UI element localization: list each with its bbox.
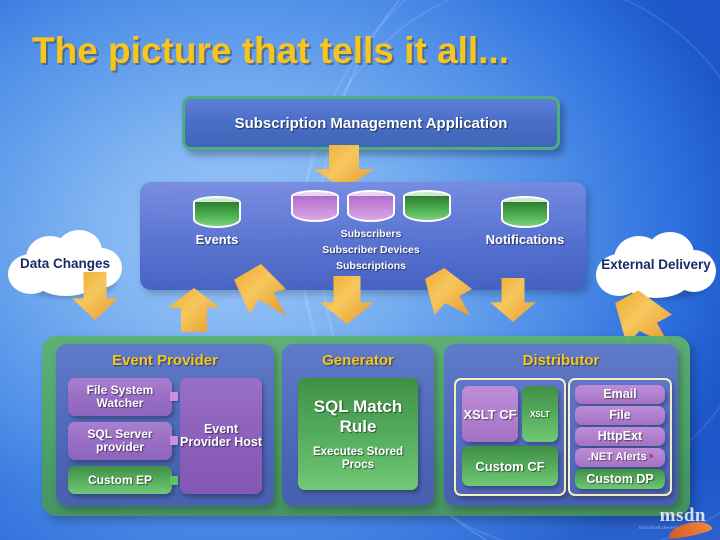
event-provider-panel: Event Provider File System Watcher SQL S… bbox=[56, 344, 274, 506]
connector-dot bbox=[170, 436, 178, 445]
database-cylinder-notifications bbox=[501, 196, 549, 230]
distributor-email[interactable]: Email bbox=[575, 385, 665, 404]
external-delivery-cloud: External Delivery bbox=[594, 228, 718, 302]
xslt-cf-label: XSLT CF bbox=[463, 406, 517, 422]
file-label: File bbox=[609, 408, 631, 422]
sql-server-provider-label: SQL Server provider bbox=[87, 427, 153, 454]
connector-dot bbox=[170, 392, 178, 401]
generator-title: Generator bbox=[322, 352, 394, 369]
msdn-logo: msdn microsoft developer network bbox=[639, 506, 713, 540]
notification-services-database-strip: Events Subscribers Subscriber Devices Su… bbox=[140, 182, 586, 290]
distributor-panel: Distributor XSLT CF XSLT Custom CF Email… bbox=[444, 344, 678, 506]
distributor-net-alerts[interactable]: .NET Alerts * bbox=[575, 448, 665, 467]
database-cylinder-subscribers bbox=[290, 190, 339, 224]
database-cylinder-events bbox=[193, 196, 241, 230]
slide-title: The picture that tells it all... bbox=[32, 30, 509, 71]
arrow-subscriptions-to-generator bbox=[320, 276, 374, 324]
database-cylinder-subscriptions bbox=[403, 190, 452, 224]
notifications-label: Notifications bbox=[485, 232, 565, 247]
arrow-notifications-to-distributor bbox=[490, 278, 536, 322]
custom-dp-label: Custom DP bbox=[586, 471, 654, 486]
distributor-xslt-cf[interactable]: XSLT CF bbox=[462, 386, 518, 442]
subscriber-devices-label: Subscriber Devices bbox=[322, 244, 420, 256]
subscription-management-application-box: Subscription Management Application bbox=[182, 96, 560, 150]
subscribers-label: Subscribers bbox=[340, 228, 402, 240]
content-formatters-subpanel: XSLT CF XSLT Custom CF bbox=[454, 378, 566, 496]
executes-stored-procs-subtitle: Executes Stored Procs bbox=[312, 445, 404, 471]
external-delivery-cloud-text: External Delivery bbox=[601, 257, 711, 272]
event-provider-file-system-watcher[interactable]: File System Watcher bbox=[68, 378, 172, 416]
custom-cf-label: Custom CF bbox=[475, 458, 545, 474]
distributor-xslt[interactable]: XSLT bbox=[522, 386, 558, 442]
distributor-file[interactable]: File bbox=[575, 406, 665, 425]
connector-dot bbox=[170, 476, 178, 485]
arrow-event-provider-to-events bbox=[168, 288, 220, 332]
distributor-custom-dp[interactable]: Custom DP bbox=[575, 469, 665, 489]
distributor-custom-cf[interactable]: Custom CF bbox=[462, 446, 558, 486]
notifications-database-group: Notifications bbox=[470, 196, 580, 246]
event-provider-custom-ep[interactable]: Custom EP bbox=[68, 466, 172, 494]
event-provider-title: Event Provider bbox=[112, 352, 218, 369]
events-database-group: Events bbox=[162, 196, 272, 246]
httpext-label: HttpExt bbox=[597, 429, 643, 443]
events-label: Events bbox=[195, 232, 239, 247]
arrow-events-to-generator bbox=[234, 264, 286, 316]
data-changes-cloud: Data Changes bbox=[4, 228, 126, 300]
email-label: Email bbox=[603, 387, 637, 401]
sql-match-rule-title: SQL Match Rule bbox=[313, 396, 403, 436]
event-provider-host[interactable]: Event Provider Host bbox=[180, 378, 262, 494]
subscription-management-application-label: Subscription Management Application bbox=[234, 114, 508, 132]
xslt-label: XSLT bbox=[530, 409, 550, 419]
net-alerts-footnote-marker: * bbox=[648, 452, 653, 462]
event-provider-host-label: Event Provider Host bbox=[180, 422, 262, 449]
arrow-generator-to-notifications bbox=[424, 266, 472, 316]
event-provider-sql-server-provider[interactable]: SQL Server provider bbox=[68, 422, 172, 460]
delivery-protocols-subpanel: Email File HttpExt .NET Alerts * Custom D… bbox=[568, 378, 672, 496]
net-alerts-label: .NET Alerts bbox=[587, 451, 647, 463]
database-cylinder-subscriber-devices bbox=[347, 190, 395, 224]
generator-sql-match-rule-box[interactable]: SQL Match Rule Executes Stored Procs bbox=[298, 378, 418, 490]
data-changes-cloud-text: Data Changes bbox=[19, 256, 111, 271]
custom-ep-label: Custom EP bbox=[87, 472, 152, 487]
generator-panel: Generator SQL Match Rule Executes Stored… bbox=[282, 344, 434, 506]
external-delivery-cloud-label: External Delivery bbox=[594, 228, 718, 302]
data-changes-cloud-label: Data Changes bbox=[4, 228, 126, 300]
distributor-httpext[interactable]: HttpExt bbox=[575, 427, 665, 446]
file-system-watcher-label: File System Watcher bbox=[86, 383, 154, 410]
distributor-title: Distributor bbox=[522, 352, 600, 369]
slide-canvas: The picture that tells it all... Subscri… bbox=[0, 0, 720, 540]
subscriptions-database-group: Subscribers Subscriber Devices Subscript… bbox=[272, 190, 470, 272]
